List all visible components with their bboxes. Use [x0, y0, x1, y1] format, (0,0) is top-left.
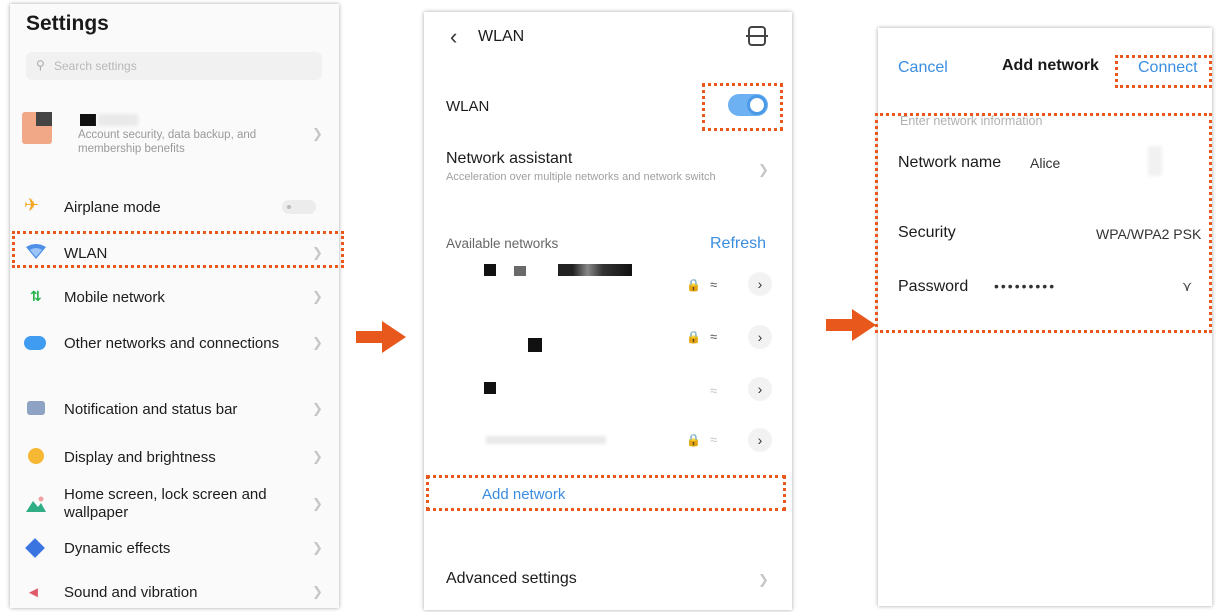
home-screen-label: Home screen, lock screen and wallpaper: [64, 486, 267, 521]
network-detail-button[interactable]: ›: [748, 272, 772, 296]
mobile-network-label: Mobile network: [64, 289, 165, 306]
notification-row[interactable]: Notification and status bar ❯: [10, 392, 339, 426]
network-detail-button[interactable]: ›: [748, 325, 772, 349]
airplane-mode-toggle[interactable]: [282, 200, 316, 214]
sound-label: Sound and vibration: [64, 584, 198, 601]
back-chevron-icon[interactable]: ‹: [450, 24, 457, 50]
wlan-toggle-label: WLAN: [446, 98, 490, 115]
redacted-ssid: [514, 266, 526, 276]
airplane-mode-label: Airplane mode: [64, 199, 161, 216]
other-networks-label: Other networks and connections: [64, 335, 280, 352]
form-highlight-box: [875, 113, 1212, 333]
screenshot-stage: Settings ⚲ Search settings ❯ Account sec…: [0, 0, 1219, 612]
network-row[interactable]: 🔒 ≈ ›: [424, 320, 792, 366]
mobile-data-icon: ⇅: [30, 288, 42, 304]
other-networks-row[interactable]: Other networks and connections ❯: [10, 326, 339, 360]
chevron-right-icon: ❯: [312, 335, 323, 350]
advanced-settings-row[interactable]: Advanced settings ❯: [424, 564, 792, 598]
lock-icon: 🔒: [686, 433, 701, 447]
refresh-button[interactable]: Refresh: [710, 235, 766, 253]
network-row[interactable]: 🔒 ≈ ›: [424, 258, 792, 304]
network-assistant-subtitle: Acceleration over multiple networks and …: [446, 171, 716, 183]
wlan-highlight-box: [12, 231, 344, 268]
advanced-settings-label: Advanced settings: [446, 570, 577, 587]
chevron-right-icon: ❯: [312, 401, 323, 416]
chevron-right-icon: ❯: [758, 572, 769, 587]
search-placeholder: Search settings: [54, 59, 137, 73]
arrow-right-icon: [356, 321, 406, 353]
search-input[interactable]: ⚲ Search settings: [26, 52, 322, 80]
chevron-right-icon: ❯: [312, 289, 323, 304]
page-title: Settings: [26, 12, 109, 35]
wifi-signal-icon: ≈: [710, 383, 718, 398]
chevron-right-icon: ❯: [312, 540, 323, 555]
network-detail-button[interactable]: ›: [748, 377, 772, 401]
wallpaper-icon: [26, 496, 46, 512]
dynamic-effects-row[interactable]: Dynamic effects ❯: [10, 532, 339, 566]
cancel-button[interactable]: Cancel: [898, 59, 948, 77]
cloud-icon: [24, 336, 46, 350]
wifi-signal-icon: ≈: [710, 277, 718, 292]
wifi-signal-icon: ≈: [710, 432, 718, 447]
toggle-knob: [287, 205, 291, 209]
add-network-title: Add network: [1002, 57, 1099, 74]
arrow-right-icon: [826, 309, 876, 341]
wifi-signal-icon: ≈: [710, 329, 718, 344]
lock-icon: 🔒: [686, 330, 701, 344]
notification-icon: [27, 401, 45, 415]
network-row[interactable]: 🔒 ≈ ›: [424, 426, 792, 466]
lock-icon: 🔒: [686, 278, 701, 292]
connect-highlight-box: [1115, 55, 1212, 88]
account-name-redacted: [80, 114, 96, 126]
home-screen-row[interactable]: Home screen, lock screen and wallpaper ❯: [10, 482, 339, 526]
airplane-mode-row[interactable]: ✈ Airplane mode: [10, 190, 339, 224]
wlan-toggle-highlight-box: [702, 83, 783, 131]
redacted-ssid: [484, 264, 496, 276]
speaker-icon: ◄: [26, 584, 41, 601]
display-label: Display and brightness: [64, 449, 216, 466]
chevron-right-icon: ❯: [312, 496, 323, 511]
account-name-blur: [98, 114, 138, 126]
network-assistant-label: Network assistant: [446, 150, 573, 167]
redacted-ssid: [484, 382, 496, 394]
scan-icon[interactable]: [746, 26, 768, 46]
network-detail-button[interactable]: ›: [748, 428, 772, 452]
search-icon: ⚲: [36, 58, 45, 72]
redacted-ssid: [558, 264, 632, 276]
network-row[interactable]: ≈ ›: [424, 374, 792, 414]
notification-label: Notification and status bar: [64, 401, 238, 418]
avatar-mark: [36, 112, 52, 126]
chevron-right-icon: ❯: [312, 449, 323, 464]
chevron-right-icon: ❯: [312, 584, 323, 599]
brightness-icon: [28, 448, 44, 464]
mobile-network-row[interactable]: ⇅ Mobile network ❯: [10, 280, 339, 314]
redacted-ssid: [528, 338, 542, 352]
settings-panel: Settings ⚲ Search settings ❯ Account sec…: [10, 4, 339, 608]
network-assistant-row[interactable]: Network assistant Acceleration over mult…: [424, 146, 792, 206]
sound-row[interactable]: ◄ Sound and vibration ❯: [10, 578, 339, 608]
airplane-icon: ✈: [24, 195, 40, 215]
display-row[interactable]: Display and brightness ❯: [10, 440, 339, 474]
effects-icon: [25, 538, 45, 558]
available-networks-label: Available networks: [446, 236, 559, 251]
chevron-right-icon: ❯: [758, 162, 769, 177]
wlan-header-title: WLAN: [478, 28, 525, 45]
add-network-highlight-box: [426, 475, 786, 511]
account-subtitle: Account security, data backup, and membe…: [78, 129, 257, 155]
redacted-ssid: [486, 436, 606, 444]
dynamic-effects-label: Dynamic effects: [64, 540, 171, 557]
chevron-right-icon: ❯: [312, 126, 323, 141]
